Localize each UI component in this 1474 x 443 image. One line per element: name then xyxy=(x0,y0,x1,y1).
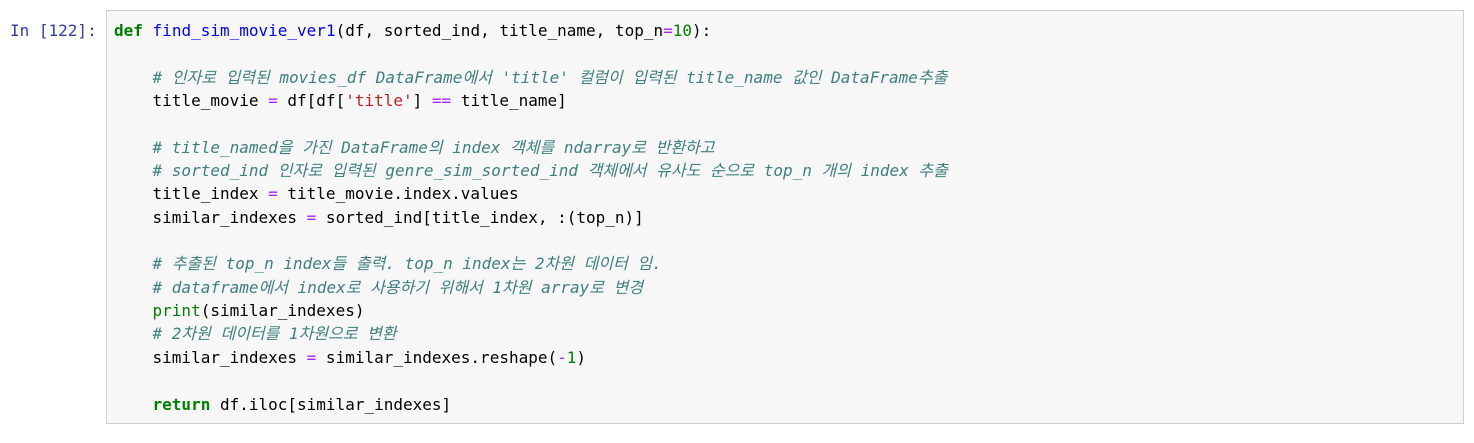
code-token: (df, sorted_ind, title_name, top_n xyxy=(335,21,664,40)
code-token: df.iloc[similar_indexes] xyxy=(210,394,452,414)
code-line: # sorted_ind 인자로 입력된 genre_sim_sorted_in… xyxy=(114,159,948,182)
code-token: find_sim_movie_ver1 xyxy=(152,21,336,40)
code-line: print(similar_indexes) xyxy=(114,299,948,322)
cell-prompt: In [122]: xyxy=(10,21,97,40)
code-token: = xyxy=(268,91,278,111)
code-token: df[df[ xyxy=(277,91,346,111)
code-token: similar_indexes xyxy=(114,207,307,227)
code-token: = xyxy=(306,347,317,367)
code-line: return df.iloc[similar_indexes] xyxy=(114,393,948,416)
code-token: 1 xyxy=(566,347,577,367)
code-token: # sorted_ind 인자로 입력된 genre_sim_sorted_in… xyxy=(152,161,948,181)
code-token: 'title' xyxy=(345,91,413,111)
code-token: title_movie xyxy=(114,91,269,111)
code-editor[interactable]: def find_sim_movie_ver1(df, sorted_ind, … xyxy=(114,19,948,416)
code-token: sorted_ind[title_index, :(top_n)] xyxy=(316,207,644,227)
code-token: ] xyxy=(412,91,432,111)
code-line: title_movie = df[df['title'] == title_na… xyxy=(114,89,948,112)
code-token: 10 xyxy=(672,21,692,40)
code-line: title_index = title_movie.index.values xyxy=(114,182,948,205)
code-token: similar_indexes.reshape( xyxy=(316,347,558,367)
code-token: title_name] xyxy=(451,91,567,111)
code-line: # 추출된 top_n index들 출력. top_n index는 2차원 … xyxy=(114,252,948,275)
code-token: print xyxy=(152,301,201,321)
code-token: # 추출된 top_n index들 출력. top_n index는 2차원 … xyxy=(152,254,662,274)
code-cell[interactable]: def find_sim_movie_ver1(df, sorted_ind, … xyxy=(106,10,1464,424)
code-line: # title_named을 가진 DataFrame의 index 객체를 n… xyxy=(114,136,948,159)
code-line: # dataframe에서 index로 사용하기 위해서 1차원 array로… xyxy=(114,276,948,299)
code-token: - xyxy=(557,347,567,367)
code-token: # dataframe에서 index로 사용하기 위해서 1차원 array로… xyxy=(152,277,644,297)
code-token: == xyxy=(431,91,452,111)
code-token: = xyxy=(268,184,278,204)
code-line: def find_sim_movie_ver1(df, sorted_ind, … xyxy=(114,19,948,42)
code-token: = xyxy=(306,207,317,227)
code-token: # 2차원 데이터를 1차원으로 변환 xyxy=(152,324,397,344)
code-token: def xyxy=(114,21,143,40)
code-line: similar_indexes = sorted_ind[title_index… xyxy=(114,206,948,229)
code-token: title_index xyxy=(114,184,269,204)
code-token: # 인자로 입력된 movies_df DataFrame에서 'title' … xyxy=(152,67,948,87)
code-token: ) xyxy=(576,347,587,367)
code-token: return xyxy=(152,394,211,414)
code-token: (similar_indexes) xyxy=(200,301,365,321)
code-line: similar_indexes = similar_indexes.reshap… xyxy=(114,346,948,369)
code-token: ): xyxy=(692,21,712,40)
code-line: # 인자로 입력된 movies_df DataFrame에서 'title' … xyxy=(114,66,948,89)
code-line: # 2차원 데이터를 1차원으로 변환 xyxy=(114,322,948,345)
code-token: = xyxy=(663,21,673,40)
code-token: similar_indexes xyxy=(114,347,307,367)
code-token: title_movie.index.values xyxy=(277,184,519,204)
code-token: # title_named을 가진 DataFrame의 index 객체를 n… xyxy=(152,137,715,157)
